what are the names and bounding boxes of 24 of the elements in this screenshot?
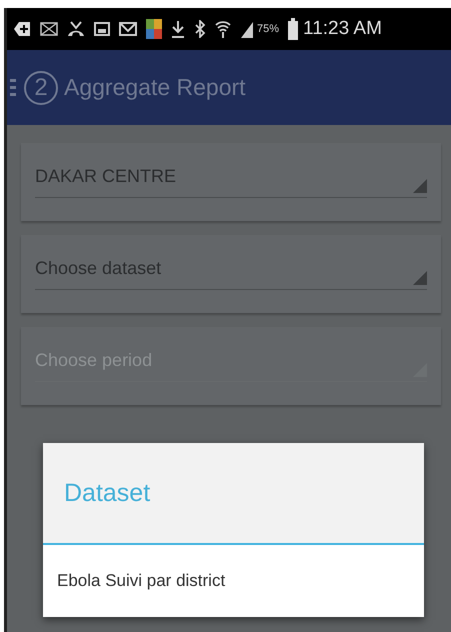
dropdown-triangle-icon	[413, 271, 427, 285]
battery-icon	[288, 18, 298, 40]
bluetooth-icon	[194, 20, 206, 38]
envelope-icon	[40, 21, 58, 37]
dropdown-field[interactable]: Choose dataset	[21, 235, 441, 313]
dropdown-text: Choose dataset	[35, 258, 162, 280]
dropdown-triangle-icon	[413, 179, 427, 193]
menu-icon[interactable]	[10, 78, 16, 98]
dropdown-field[interactable]: DAKAR CENTRE	[21, 143, 441, 221]
dialog-title: Dataset	[64, 478, 150, 508]
step-number: 2	[24, 70, 58, 104]
image-icon	[94, 21, 110, 37]
clock-time: 11:23 AM	[303, 18, 382, 40]
wifi-icon	[215, 20, 231, 38]
screen-title: Aggregate Report	[64, 74, 246, 101]
dropdown-text: DAKAR CENTRE	[35, 166, 176, 188]
plus-tag-icon	[13, 20, 31, 38]
app-tiles-icon	[146, 19, 162, 39]
mail-icon	[119, 21, 137, 37]
signal-icon	[240, 20, 254, 38]
missed-call-icon	[67, 20, 85, 38]
download-icon	[171, 20, 185, 38]
battery-percent: 75%	[257, 23, 280, 35]
dataset-option[interactable]: Ebola Suivi par district	[43, 545, 424, 617]
